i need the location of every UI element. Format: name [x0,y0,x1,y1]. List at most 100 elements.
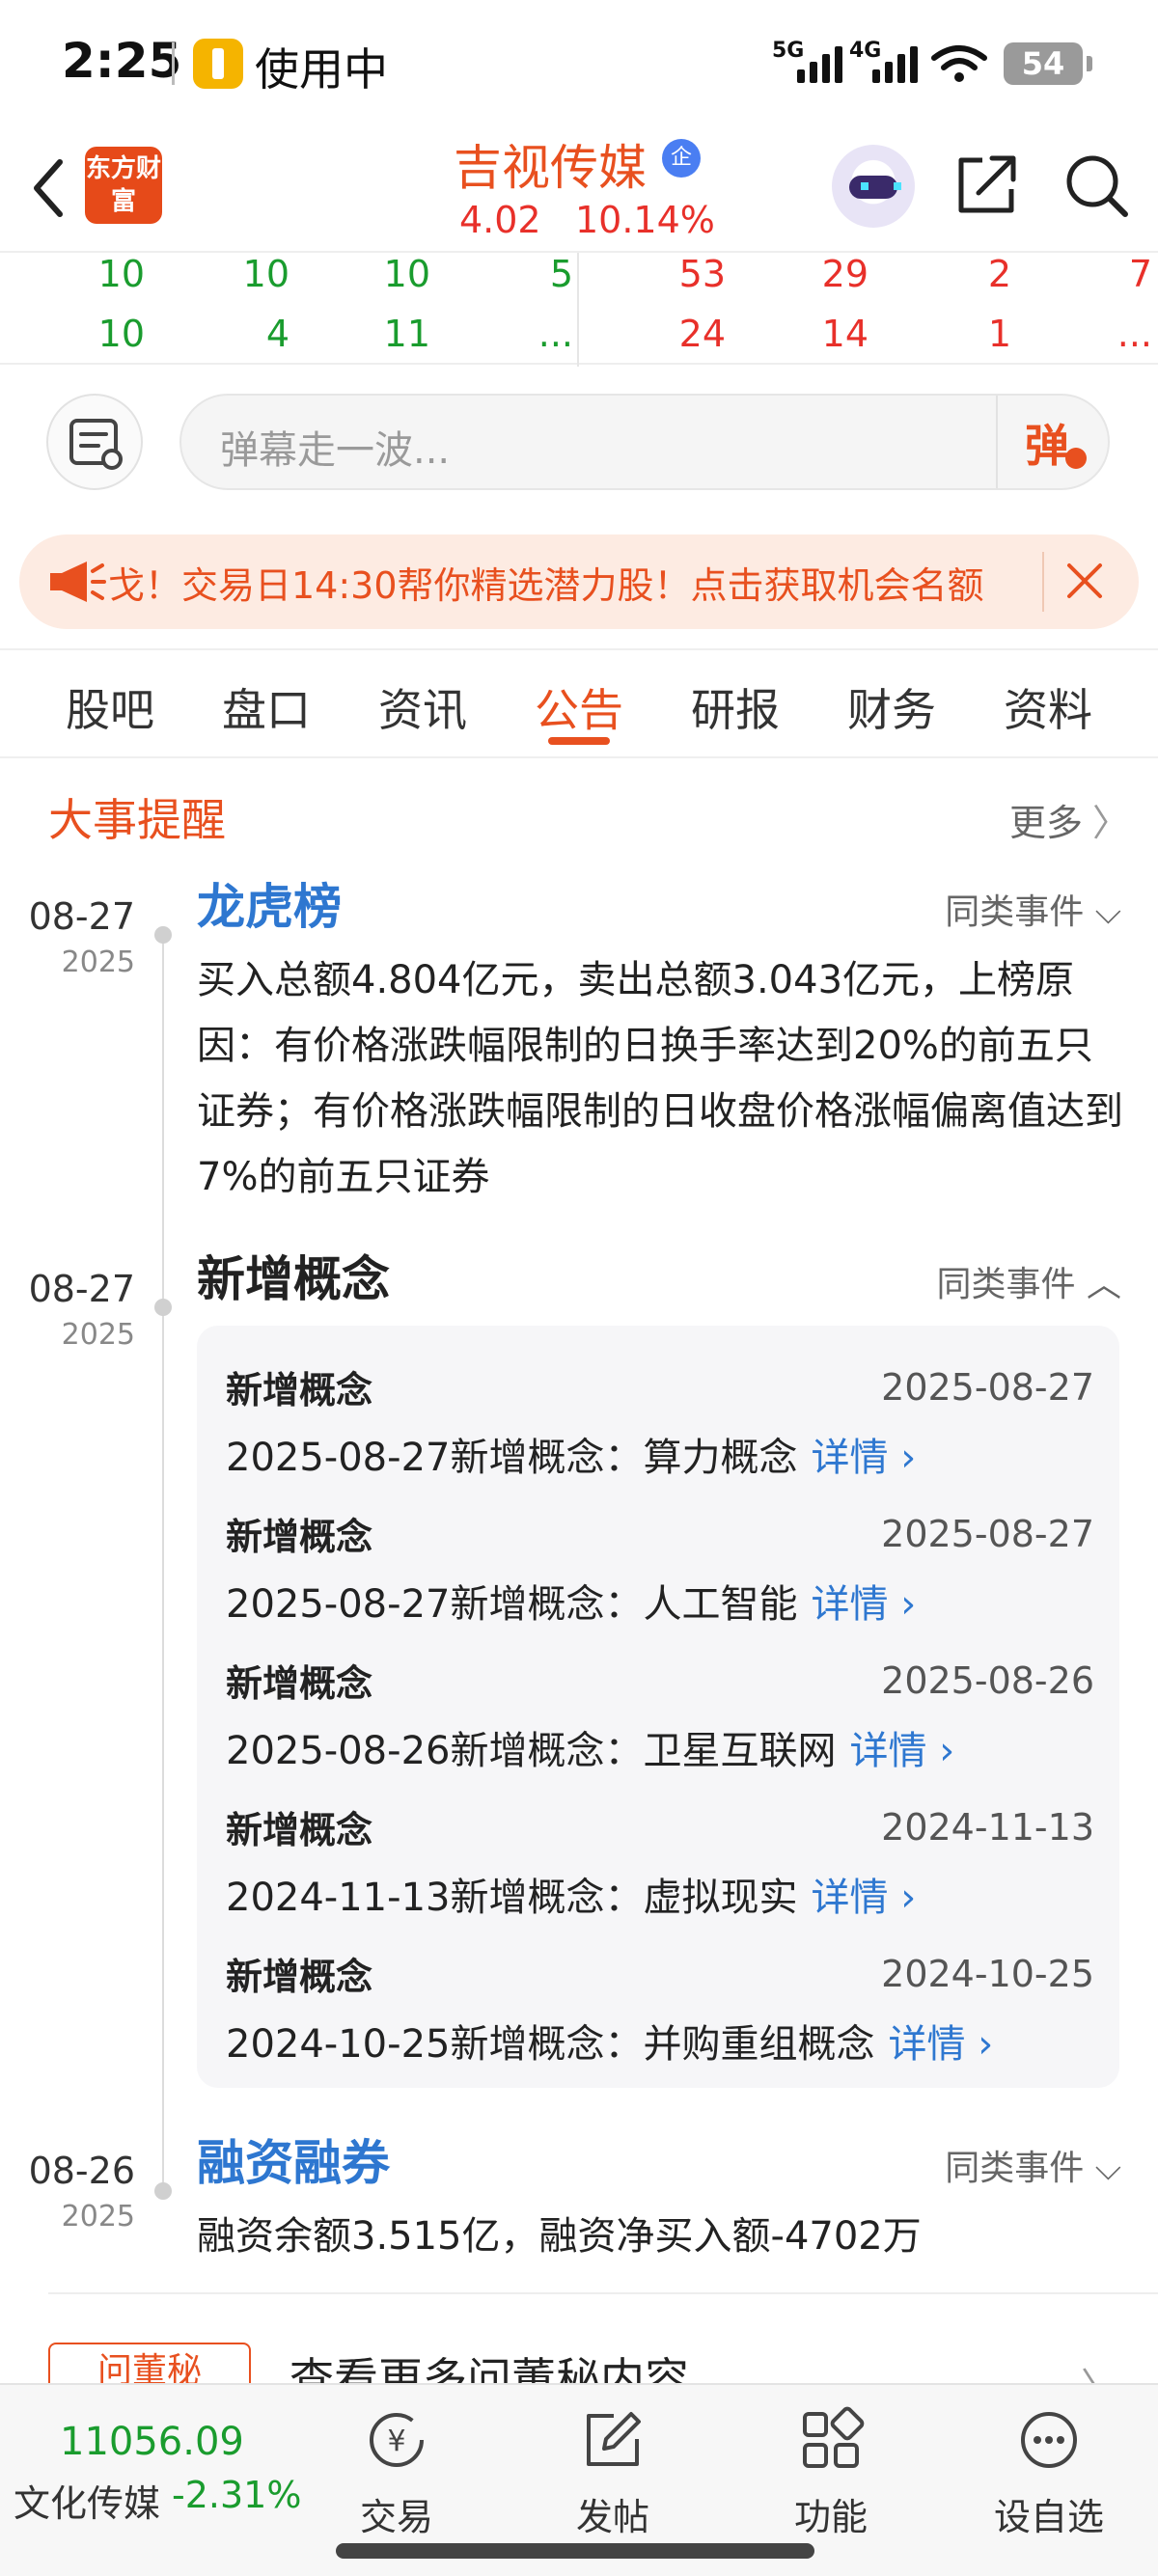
similar-events-toggle[interactable]: 同类事件 ⌵ [945,2140,1121,2190]
order-book-divider [577,253,579,367]
event-year: 2025 [61,945,135,979]
order-book-cell: 24 [678,313,726,355]
flashlight-icon [193,39,243,89]
similar-events-toggle[interactable]: 同类事件 ⌵ [945,884,1121,934]
concept-date: 2024-10-25 [881,1953,1094,1995]
order-book-cell: 7 [1128,253,1152,295]
danmaku-doc-icon [69,419,123,470]
event-year: 2025 [61,1318,135,1352]
add-watchlist-button[interactable]: 设自选 [977,2406,1121,2551]
concept-date: 2024-11-13 [881,1806,1094,1849]
stock-header: 东方财富 吉视传媒 企 4.02 10.14% [0,125,1158,251]
danmaku-toggle-label: 弹 [1025,420,1069,472]
active-tab-indicator [548,737,610,745]
sector-index-name[interactable]: 文化传媒 [14,2474,160,2527]
order-book-cell: 11 [383,313,430,355]
event-title-new-concept: 新增概念 [197,1251,390,1307]
promo-banner[interactable]: 戈！交易日14:30帮你精选潜力股！点击获取机会名额 [19,534,1139,629]
concept-desc: 2024-10-25新增概念：并购重组概念 详情 › [226,2013,993,2069]
functions-button[interactable]: 功能 [758,2406,903,2551]
tab-guba[interactable]: 股吧 [42,675,178,739]
danmaku-input[interactable]: 弹幕走一波... 弹 [179,394,1110,490]
order-book-cell: 5 [549,253,573,295]
concept-desc-text: 2025-08-26新增概念：卫星互联网 [226,1729,837,1773]
status-separator [172,42,175,85]
concept-list: 新增概念 2025-08-27 2025-08-27新增概念：算力概念 详情 › … [197,1326,1119,2088]
order-book-cell: 1 [987,313,1011,355]
order-book-cell: 10 [242,253,290,295]
chevron-right-icon: › [939,1729,955,1773]
detail-link[interactable]: 详情 › [811,1436,916,1480]
danmaku-settings-icon[interactable] [46,394,143,490]
detail-link[interactable]: 详情 › [811,1876,916,1920]
danmaku-row: 弹幕走一波... 弹 [0,386,1158,492]
ai-assistant-icon[interactable] [832,145,915,228]
detail-link[interactable]: 详情 › [849,1729,954,1773]
functions-label: 功能 [793,2496,868,2538]
grid-icon [803,2406,865,2468]
event-date: 08-27 [28,895,135,938]
timeline-line [162,934,164,2188]
battery-icon: 54 [1004,42,1092,85]
close-icon[interactable] [1063,560,1106,602]
sector-index-value[interactable]: 11056.09 [60,2420,244,2464]
svg-text:¥: ¥ [387,2425,405,2458]
tab-pankou[interactable]: 盘口 [199,675,334,739]
order-book-cell: 14 [821,313,868,355]
event-title-longhubang[interactable]: 龙虎榜 [197,868,342,938]
sector-index-change[interactable]: -2.31% [172,2474,301,2516]
concept-title: 新增概念 [226,1809,373,1851]
event-title-margin-trading[interactable]: 融资融券 [197,2124,390,2194]
concept-desc: 2025-08-27新增概念：算力概念 详情 › [226,1426,916,1482]
home-indicator[interactable] [336,2543,814,2559]
event-date: 08-26 [28,2150,135,2192]
concept-item: 新增概念 2025-08-27 2025-08-27新增概念：人工智能 详情 › [226,1507,1094,1654]
order-book-cell: 10 [97,253,145,295]
wifi-icon [931,45,987,82]
stock-price: 4.02 [459,199,541,241]
chevron-up-icon: ︿ [1086,1265,1121,1304]
order-book-cell: 53 [678,253,726,295]
status-bar: 2:25 使用中 5G 4G 54 [0,0,1158,125]
trade-icon: ¥ [370,2413,424,2467]
tab-finance[interactable]: 财务 [824,675,959,739]
back-icon[interactable] [25,154,73,222]
event-year: 2025 [61,2200,135,2233]
concept-desc: 2025-08-27新增概念：人工智能 详情 › [226,1573,916,1629]
similar-events-toggle[interactable]: 同类事件 ︿ [937,1256,1121,1306]
tab-announcements[interactable]: 公告 [511,675,647,739]
tab-research[interactable]: 研报 [668,675,803,739]
concept-date: 2025-08-27 [881,1513,1094,1555]
events-section-title: 大事提醒 [48,794,226,846]
event-date: 08-27 [28,1268,135,1310]
order-book-cell: 4 [265,313,290,355]
concept-title: 新增概念 [226,1516,373,1558]
trade-button[interactable]: ¥ 交易 [324,2406,469,2551]
chevron-right-icon: › [900,1436,917,1480]
concept-date: 2025-08-26 [881,1659,1094,1702]
similar-events-label: 同类事件 [945,2149,1085,2188]
concept-item: 新增概念 2024-11-13 2024-11-13新增概念：虚拟现实 详情 › [226,1800,1094,1947]
order-book-cell: 29 [821,253,868,295]
more-link[interactable]: 更多〉 [1009,793,1129,846]
concept-desc: 2024-11-13新增概念：虚拟现实 详情 › [226,1866,916,1922]
timeline-dot [154,1299,172,1316]
concept-desc: 2025-08-26新增概念：卫星互联网 详情 › [226,1719,954,1775]
share-icon[interactable] [953,151,1021,218]
order-book-cell: 2 [987,253,1011,295]
eastmoney-logo[interactable]: 东方财富 [85,147,162,224]
stock-change-pct: 10.14% [575,199,715,241]
post-label: 发帖 [575,2496,649,2538]
tab-profile[interactable]: 资料 [980,675,1116,739]
tab-news[interactable]: 资讯 [355,675,490,739]
concept-item: 新增概念 2024-10-25 2024-10-25新增概念：并购重组概念 详情 … [226,1947,1094,2094]
similar-events-label: 同类事件 [945,892,1085,932]
detail-link[interactable]: 详情 › [888,2022,993,2067]
detail-link[interactable]: 详情 › [811,1582,916,1627]
more-link-label: 更多 [1008,802,1083,844]
order-book-cell: 10 [97,313,145,355]
post-button[interactable]: 发帖 [540,2406,685,2551]
danmaku-toggle-button[interactable]: 弹 [996,396,1108,488]
search-icon[interactable] [1062,151,1131,220]
concept-title: 新增概念 [226,1369,373,1411]
